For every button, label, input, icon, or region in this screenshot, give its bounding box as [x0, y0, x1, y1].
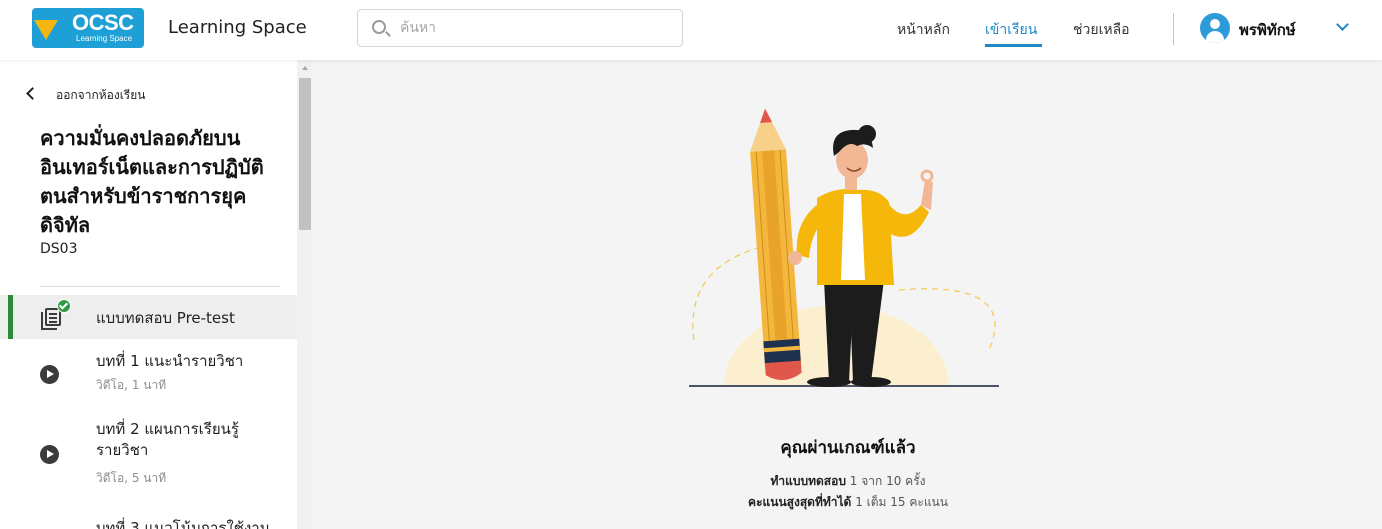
search-icon [372, 20, 386, 34]
lesson-item-1[interactable]: บทที่ 1 แนะนำรายวิชา วิดีโอ, 1 นาที [0, 344, 297, 404]
exit-classroom-link[interactable]: ออกจากห้องเรียน [56, 86, 145, 105]
best-score-line: คะแนนสูงสุดที่ทำได้ 1 เต็ม 15 คะแนน [314, 493, 1382, 512]
score-value: 1 เต็ม 15 คะแนน [855, 495, 948, 509]
nav-home[interactable]: หน้าหลัก [897, 19, 950, 41]
course-title: ความมั่นคงปลอดภัยบนอินเทอร์เน็ตและการปฏิ… [40, 126, 264, 237]
user-name[interactable]: พรพิทักษ์ [1239, 18, 1296, 42]
search-box[interactable] [357, 9, 683, 47]
course-code: DS03 [40, 241, 78, 257]
active-indicator [8, 295, 13, 339]
user-avatar-icon[interactable] [1200, 13, 1230, 43]
top-header: OCSC Learning Space Learning Space หน้าห… [0, 0, 1382, 60]
check-icon [57, 299, 71, 313]
chevron-left-icon[interactable] [26, 87, 39, 100]
header-divider [1173, 13, 1174, 45]
score-label: คะแนนสูงสุดที่ทำได้ [748, 495, 852, 509]
lesson-item-2[interactable]: บทที่ 2 แผนการเรียนรู้รายวิชา วิดีโอ, 5 … [0, 412, 297, 492]
logo-triangle-icon [34, 20, 58, 40]
nav-help[interactable]: ช่วยเหลือ [1073, 19, 1130, 41]
logo-text: OCSC [72, 10, 134, 35]
play-icon [40, 365, 59, 384]
course-sidebar: ออกจากห้องเรียน ความมั่นคงปลอดภัยบนอินเท… [0, 60, 313, 529]
ocsc-logo[interactable]: OCSC Learning Space [32, 8, 144, 48]
lesson-meta: วิดีโอ, 1 นาที [96, 378, 167, 392]
logo-subtext: Learning Space [76, 34, 133, 43]
quiz-doc-icon [41, 308, 61, 330]
scroll-up-arrow-icon[interactable] [302, 66, 308, 70]
app-title: Learning Space [168, 17, 307, 38]
nav-active-underline [985, 44, 1042, 47]
scrollbar-thumb[interactable] [299, 78, 311, 230]
lesson-title: แบบทดสอบ Pre-test [96, 309, 235, 327]
play-icon [40, 445, 59, 464]
attempt-label: ทำแบบทดสอบ [770, 474, 846, 488]
nav-learn[interactable]: เข้าเรียน [985, 19, 1037, 41]
lesson-title: บทที่ 3 แนวโน้มการใช้งาน [96, 519, 270, 529]
pass-status-title: คุณผ่านเกณฑ์แล้ว [780, 438, 916, 458]
man-with-pencil-illustration [689, 108, 999, 387]
lesson-title: บทที่ 2 แผนการเรียนรู้รายวิชา [96, 420, 239, 459]
lesson-meta: วิดีโอ, 5 นาที [96, 471, 167, 485]
attempt-count-line: ทำแบบทดสอบ 1 จาก 10 ครั้ง [314, 472, 1382, 491]
chevron-down-icon[interactable] [1336, 18, 1349, 31]
lesson-title: บทที่ 1 แนะนำรายวิชา [96, 352, 244, 370]
lesson-item-3[interactable]: บทที่ 3 แนวโน้มการใช้งาน [0, 512, 297, 529]
search-input[interactable] [400, 18, 670, 38]
lesson-item-pretest[interactable]: แบบทดสอบ Pre-test [0, 295, 297, 339]
sidebar-divider [40, 286, 280, 287]
attempt-value: 1 จาก 10 ครั้ง [849, 474, 926, 488]
